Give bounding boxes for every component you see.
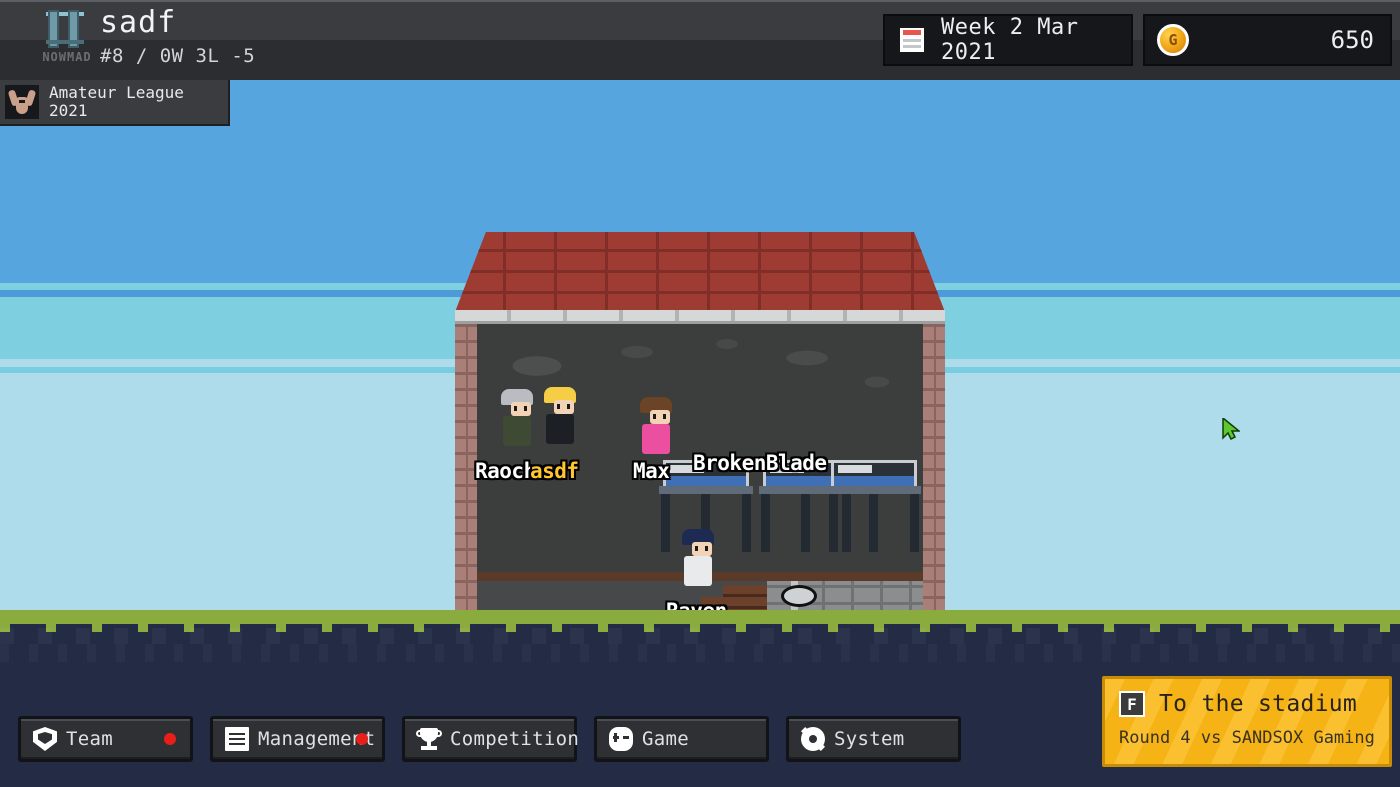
body <box>546 414 574 444</box>
notification-dot <box>356 733 368 745</box>
cta-header-row: F To the stadium <box>1119 691 1357 717</box>
team-logo: NOWMAD <box>34 6 96 74</box>
trophy-icon <box>416 727 442 751</box>
team-logo-wordmark: NOWMAD <box>42 50 92 64</box>
face <box>511 402 531 416</box>
nav-label-competition: Competition <box>450 728 580 750</box>
roof-crack-overlay <box>455 232 945 312</box>
character-sprite-raven[interactable] <box>681 529 715 586</box>
face <box>692 542 712 556</box>
body <box>642 424 670 454</box>
character-sprite-asdf[interactable] <box>543 387 577 444</box>
date-text: Week 2 Mar 2021 <box>941 15 1079 65</box>
nav-label-game: Game <box>642 728 689 750</box>
nav-label-team: Team <box>66 728 113 750</box>
league-chip[interactable]: Amateur League 2021 <box>0 80 230 126</box>
nav-label-system: System <box>834 728 905 750</box>
head <box>504 392 531 416</box>
character-name-raoch: Raoch <box>475 459 536 483</box>
brick-column-right <box>923 324 945 612</box>
gear-icon <box>801 727 825 751</box>
league-text: Amateur League 2021 <box>49 82 184 121</box>
gold-coin-icon <box>1157 24 1189 56</box>
monitor-icon <box>831 460 917 489</box>
roof <box>455 232 945 312</box>
face <box>650 410 670 424</box>
character-sprite-raoch[interactable] <box>500 389 534 446</box>
character-name-brokenblade: BrokenBlade <box>693 451 827 475</box>
nav-button-game[interactable]: Game <box>594 716 769 762</box>
hotkey-badge: F <box>1119 691 1145 717</box>
green-arrow-cursor-icon <box>1222 418 1240 440</box>
desk-unit <box>827 460 921 552</box>
team-banner-icon <box>46 10 84 48</box>
body <box>503 416 531 446</box>
document-icon <box>225 727 249 751</box>
gamepad-icon <box>609 727 633 751</box>
notification-dot <box>164 733 176 745</box>
head <box>547 390 574 414</box>
face <box>554 400 574 414</box>
dirt-texture <box>0 628 1400 662</box>
character-name-asdf: asdf <box>530 459 579 483</box>
calendar-icon <box>897 25 927 55</box>
horned-beast-badge-icon <box>5 85 39 119</box>
money-amount: 650 <box>1330 26 1374 54</box>
grass-strip <box>0 610 1400 624</box>
nav-button-competition[interactable]: Competition <box>402 716 580 762</box>
desk-surface <box>827 486 921 494</box>
desk-surface <box>659 486 753 494</box>
cta-title: To the stadium <box>1159 691 1358 717</box>
body <box>684 556 712 586</box>
nav-button-team[interactable]: Team <box>18 716 193 762</box>
character-name-max: Max <box>633 459 670 483</box>
to-the-stadium-button[interactable]: F To the stadium Round 4 vs SANDSOX Gami… <box>1102 676 1392 767</box>
nav-button-management[interactable]: Management <box>210 716 385 762</box>
roof-eaves <box>455 310 945 324</box>
money-display[interactable]: 650 <box>1143 14 1392 66</box>
team-name: sadf <box>100 5 177 40</box>
character-sprite-max[interactable] <box>639 397 673 454</box>
brick-column-left <box>455 324 477 612</box>
nav-button-system[interactable]: System <box>786 716 961 762</box>
top-hud: NOWMAD sadf #8 / 0W 3L -5 Week 2 Mar 202… <box>0 0 1400 80</box>
league-year: 2021 <box>49 101 88 120</box>
team-record: #8 / 0W 3L -5 <box>100 45 256 67</box>
desk-legs <box>827 494 921 552</box>
date-display[interactable]: Week 2 Mar 2021 <box>883 14 1133 66</box>
head <box>643 400 670 424</box>
eaves-crack-overlay <box>455 310 945 321</box>
cta-subtitle: Round 4 vs SANDSOX Gaming <box>1119 728 1375 748</box>
shower-head-icon <box>781 585 817 607</box>
head <box>685 532 712 556</box>
league-name: Amateur League <box>49 82 184 102</box>
shield-icon <box>33 727 57 751</box>
